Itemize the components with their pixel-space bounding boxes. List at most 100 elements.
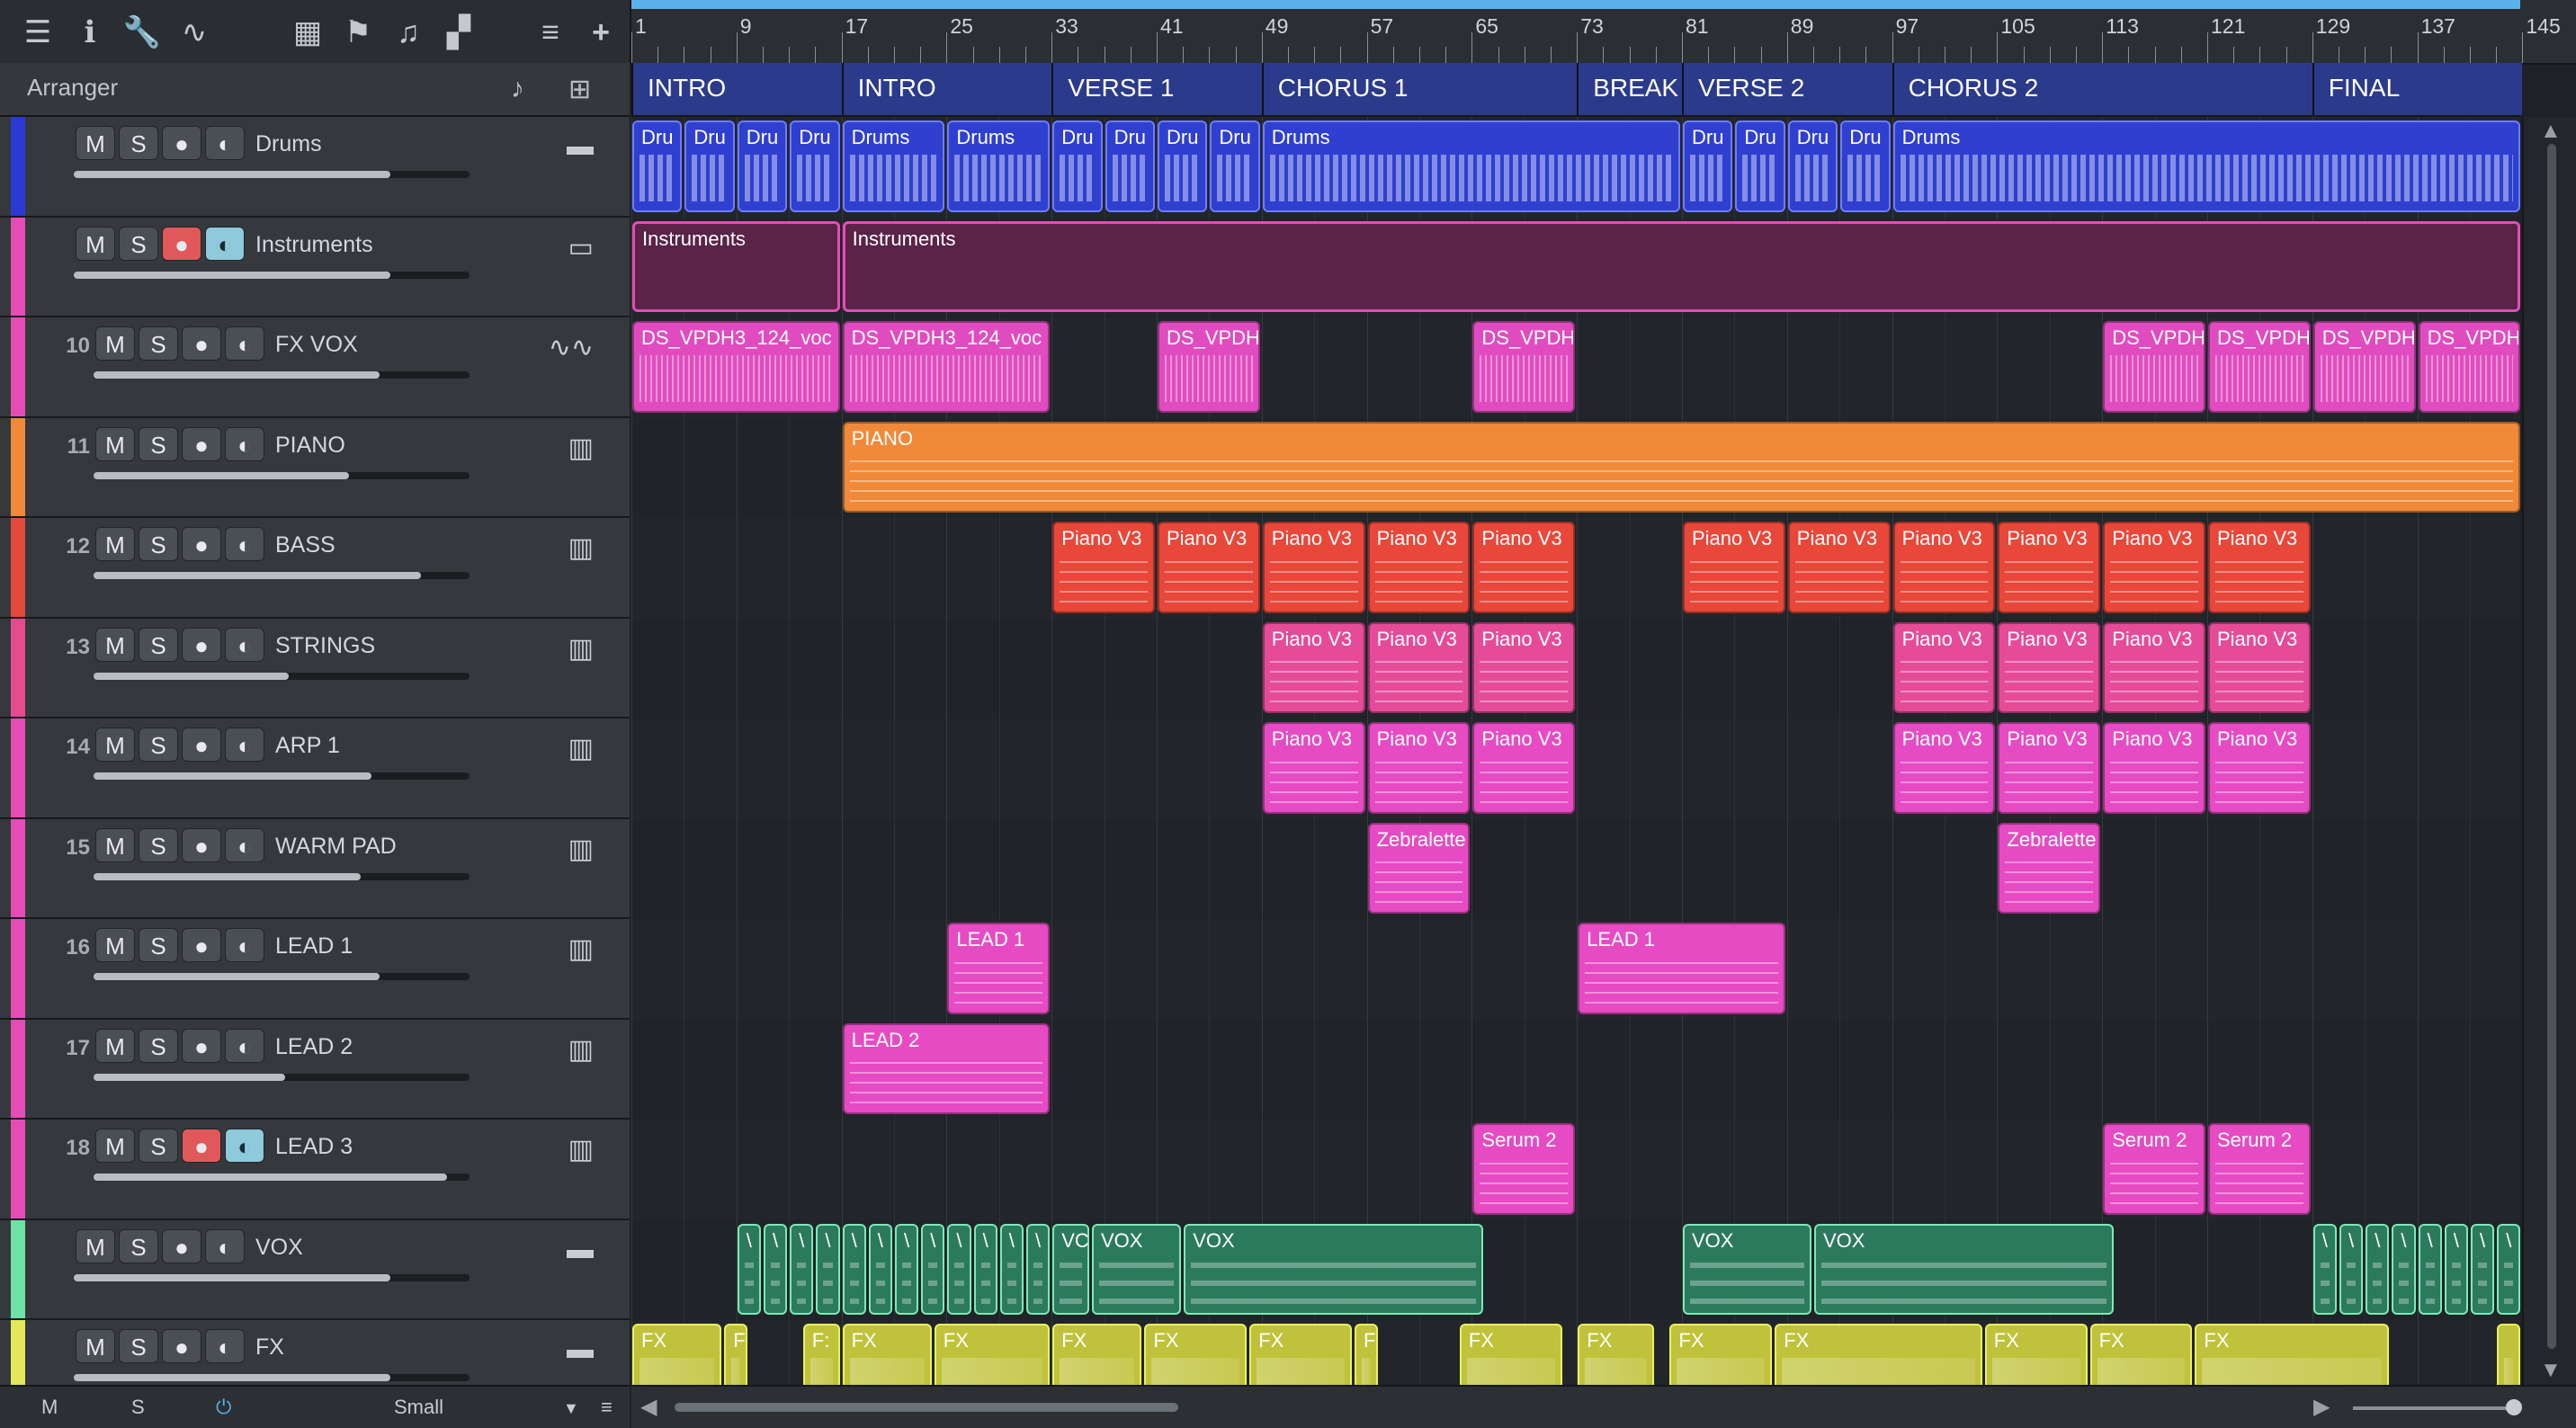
clip[interactable]: Piano V3 — [1262, 722, 1365, 814]
solo-button[interactable]: S — [119, 1228, 158, 1263]
track-header-drums[interactable]: M S ● ◐ Drums ▬ — [0, 117, 630, 218]
clip[interactable]: Piano V3 — [1998, 722, 2101, 814]
clip[interactable]: Piano V3 — [1998, 522, 2101, 613]
scroll-up-icon[interactable]: ▲ — [2540, 119, 2562, 144]
record-arm-button[interactable]: ● — [182, 1028, 221, 1063]
track-header-arp-1[interactable]: 14 M S ● ◐ ARP 1 ▥ — [0, 718, 630, 819]
clip[interactable]: \ — [2471, 1223, 2495, 1315]
lane-arp-1[interactable]: Piano V3 Piano V3 Piano V3 Piano V3 Piano V3… — [631, 718, 2520, 821]
menu-icon[interactable]: ☰ — [20, 14, 56, 50]
arranger-marker[interactable]: CHORUS 2 — [1892, 63, 2312, 115]
clip[interactable]: Piano V3 — [1367, 522, 1471, 613]
mute-button[interactable]: M — [95, 727, 135, 762]
track-header-bass[interactable]: 12 M S ● ◐ BASS ▥ — [0, 518, 630, 619]
clip[interactable]: Serum 2 — [2103, 1123, 2205, 1215]
clip[interactable]: F: — [802, 1324, 840, 1385]
monitor-button[interactable]: ◐ — [225, 928, 264, 962]
lane-strings[interactable]: Piano V3 Piano V3 Piano V3 Piano V3 Piano V3… — [631, 618, 2520, 720]
monitor-button[interactable]: ◐ — [205, 226, 245, 261]
track-header-piano[interactable]: 11 M S ● ◐ PIANO ▥ — [0, 417, 630, 518]
arranger-marker[interactable]: VERSE 2 — [1682, 63, 1892, 115]
mute-button[interactable]: M — [95, 928, 135, 962]
record-arm-button[interactable]: ● — [182, 928, 221, 962]
lane-bass[interactable]: Piano V3 Piano V3 Piano V3 Piano V3 Piano V3… — [631, 518, 2520, 620]
add-icon[interactable]: + — [583, 14, 619, 50]
clip[interactable]: Piano V3 — [1262, 522, 1365, 613]
mute-button[interactable]: M — [76, 1228, 115, 1263]
clip[interactable]: Dru — [632, 120, 683, 212]
clip[interactable]: FX — [1249, 1324, 1352, 1385]
volume-slider[interactable] — [94, 471, 470, 479]
vertical-scroll-thumb[interactable] — [2547, 144, 2556, 1349]
volume-slider[interactable] — [94, 672, 470, 680]
clip[interactable]: \ — [2497, 1223, 2520, 1315]
clip[interactable]: FX — [1144, 1324, 1248, 1385]
keyboard-icon[interactable]: ▥ — [568, 733, 594, 764]
solo-button[interactable]: S — [119, 126, 158, 160]
clip[interactable]: FX — [632, 1324, 722, 1385]
volume-slider[interactable] — [74, 1273, 470, 1281]
zoom-slider[interactable] — [2353, 1406, 2515, 1410]
track-header-fx-vox[interactable]: 10 M S ● ◐ FX VOX ∿∿ — [0, 317, 630, 418]
clip[interactable]: Dru — [737, 120, 788, 212]
clip[interactable]: Piano V3 — [2208, 621, 2311, 713]
mute-button[interactable]: M — [76, 1329, 115, 1363]
clip[interactable]: F — [724, 1324, 748, 1385]
clip[interactable]: DS_VPDH — [1158, 321, 1260, 413]
clip[interactable]: \ — [947, 1223, 971, 1315]
monitor-button[interactable]: ◐ — [225, 326, 264, 361]
volume-slider[interactable] — [94, 572, 470, 579]
clip[interactable]: VOX — [1092, 1223, 1182, 1315]
clip[interactable]: DS_VPDH — [2208, 321, 2311, 413]
volume-slider[interactable] — [74, 271, 470, 279]
mute-button[interactable]: M — [95, 827, 135, 862]
record-arm-button[interactable]: ● — [162, 126, 201, 160]
mute-button[interactable]: M — [76, 226, 115, 261]
track-header-warm-pad[interactable]: 15 M S ● ◐ WARM PAD ▥ — [0, 818, 630, 919]
folder-icon[interactable]: ▬ — [567, 1235, 594, 1265]
clip[interactable]: DS_VPDH3_124_voc — [632, 321, 840, 413]
scroll-left-icon[interactable]: ◀ — [640, 1394, 657, 1420]
clip[interactable]: FX — [1669, 1324, 1773, 1385]
clip[interactable]: LEAD 1 — [1578, 923, 1785, 1014]
clip[interactable]: Piano V3 — [1472, 722, 1576, 814]
mute-button[interactable]: M — [76, 126, 115, 160]
lane-lead-3[interactable]: Serum 2 Serum 2 Serum 2 — [631, 1120, 2520, 1222]
solo-button[interactable]: S — [119, 226, 158, 261]
clip[interactable]: FX — [1578, 1324, 1654, 1385]
clip[interactable]: \ — [764, 1223, 788, 1315]
monitor-button[interactable]: ◐ — [225, 527, 264, 561]
solo-button[interactable]: S — [139, 627, 178, 662]
lane-instruments[interactable]: Instruments Instruments — [631, 217, 2520, 319]
clip[interactable]: FX — [2195, 1324, 2390, 1385]
clip[interactable]: FX — [1984, 1324, 2088, 1385]
clip[interactable]: Dru — [1787, 120, 1838, 212]
clip[interactable]: Dru — [1210, 120, 1260, 212]
solo-button[interactable]: S — [139, 326, 178, 361]
keyboard-icon[interactable]: ▥ — [568, 1034, 594, 1066]
clip[interactable]: \ — [2392, 1223, 2416, 1315]
record-arm-button[interactable]: ● — [182, 627, 221, 662]
clip[interactable]: \ — [737, 1223, 761, 1315]
keyboard-icon[interactable]: ▥ — [568, 633, 594, 665]
scroll-right-icon[interactable]: ▶ — [2313, 1394, 2330, 1420]
lane-fx-vox[interactable]: DS_VPDH3_124_voc DS_VPDH3_124_voc DS_VPDH D… — [631, 317, 2520, 420]
clip[interactable]: FX — [1052, 1324, 1142, 1385]
track-header-fx[interactable]: M S ● ◐ FX ▬ — [0, 1320, 630, 1385]
lane-drums[interactable]: Dru Dru Dru Dru Drums Drums Dru Dru Dru Dru Drums D… — [631, 117, 2520, 219]
automation-icon[interactable]: ∿ — [176, 14, 212, 50]
scroll-down-icon[interactable]: ▼ — [2540, 1358, 2562, 1383]
grid-icon[interactable]: ▦ — [290, 14, 326, 50]
arranger-marker[interactable]: BREAK — [1577, 63, 1682, 115]
lane-piano[interactable]: PIANO — [631, 417, 2520, 520]
clip[interactable]: Serum 2 — [1472, 1123, 1576, 1215]
power-icon[interactable]: ⏻ — [216, 1396, 231, 1419]
clip[interactable]: Serum 2 — [2208, 1123, 2311, 1215]
solo-button[interactable]: S — [139, 1129, 178, 1163]
clip[interactable]: Instruments — [632, 220, 840, 312]
clip[interactable]: \ — [921, 1223, 945, 1315]
clip[interactable]: VOX — [1184, 1223, 1483, 1315]
record-arm-button[interactable]: ● — [162, 226, 201, 261]
clip[interactable]: \ — [1026, 1223, 1051, 1315]
record-arm-button[interactable]: ● — [182, 326, 221, 361]
